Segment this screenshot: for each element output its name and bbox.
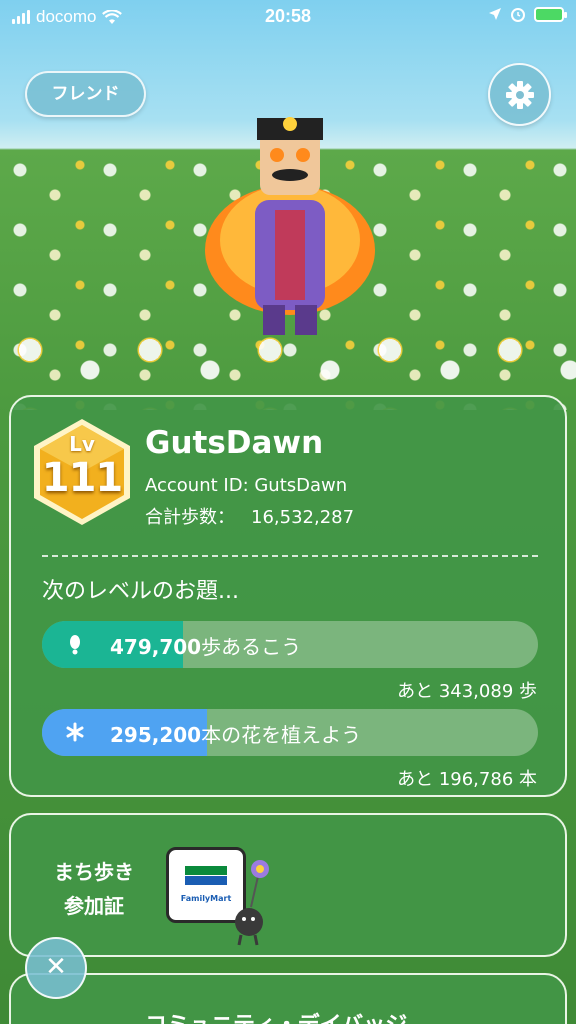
status-bar: docomo 20:58	[0, 0, 576, 34]
badge-stripe-blue	[185, 876, 227, 885]
player-avatar	[205, 117, 375, 335]
total-steps: 合計歩数： 16,532,287	[145, 503, 354, 529]
account-id: Account ID: GutsDawn	[145, 475, 348, 496]
level-number: 111	[41, 455, 124, 501]
steps-progress-bar: 479,700歩あるこう	[42, 621, 538, 668]
battery-icon	[534, 6, 567, 22]
level-prefix: Lv	[69, 432, 95, 456]
community-badge-card[interactable]: コミュニティ・デイバッジ	[9, 973, 567, 1024]
gear-icon	[505, 80, 534, 109]
status-icons	[488, 6, 567, 22]
location-arrow-icon	[489, 8, 501, 20]
community-badge-title: コミュニティ・デイバッジ	[145, 1007, 407, 1024]
divider	[42, 555, 538, 557]
profile-card: Lv 111 GutsDawn Account ID: GutsDawn 合計歩…	[9, 395, 567, 797]
steps-target: 479,700	[110, 635, 202, 659]
close-icon: ✕	[45, 952, 67, 982]
friend-button[interactable]: フレンド	[25, 71, 146, 117]
next-level-title: 次のレベルのお題...	[42, 579, 239, 604]
close-button[interactable]: ✕	[25, 937, 87, 999]
total-steps-value: 16,532,287	[251, 507, 355, 528]
username: GutsDawn	[145, 425, 324, 461]
steps-remaining: あと 343,089 歩	[397, 681, 537, 702]
flower-icon	[66, 722, 84, 742]
walk-certificate-card[interactable]: まち歩き 参加証 FamilyMart	[9, 813, 567, 957]
total-steps-label: 合計歩数：	[145, 507, 235, 528]
footprint-icon	[70, 635, 80, 655]
walk-certificate-label: まち歩き 参加証	[45, 855, 143, 923]
badge-stripe-green	[185, 866, 227, 875]
flowers-unit-text: 本の花を植えよう	[201, 723, 362, 747]
steps-task-text: 479,700歩あるこう	[110, 631, 301, 660]
flowers-target: 295,200	[110, 723, 202, 747]
level-badge: Lv 111	[31, 417, 133, 527]
pikmin-icon	[235, 860, 269, 946]
walk-label-line1: まち歩き	[54, 860, 134, 884]
steps-unit-text: 歩あるこう	[201, 635, 302, 659]
flowers-task-text: 295,200本の花を植えよう	[110, 719, 361, 748]
flowers-progress-bar: 295,200本の花を植えよう	[42, 709, 538, 756]
settings-button[interactable]	[488, 63, 551, 126]
alarm-icon	[511, 8, 525, 22]
walk-label-line2: 参加証	[64, 894, 124, 918]
flowers-remaining: あと 196,786 本	[397, 769, 537, 790]
